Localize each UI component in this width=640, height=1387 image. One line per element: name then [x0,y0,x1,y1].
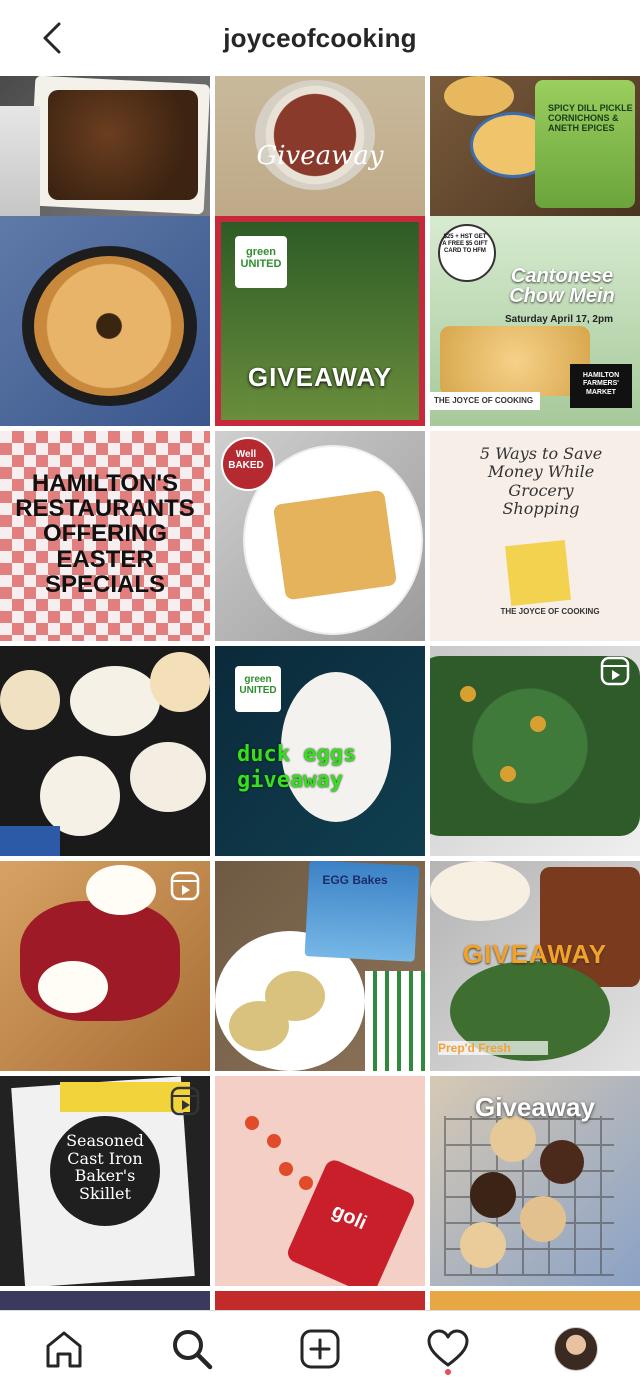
post-tile[interactable]: $25 + HST GET A FREE $5 GIFT CARD TO HFM… [430,216,640,426]
post-overlay-text: EGG Bakes [322,873,388,887]
post-brand-text: THE JOYCE OF COOKING [434,396,534,405]
post-overlay-text: GIVEAWAY [247,362,393,392]
nav-home[interactable] [32,1317,96,1381]
post-tile[interactable]: goli [215,1076,425,1286]
post-tile[interactable]: HAMILTON'S RESTAURANTS OFFERING EASTER S… [0,431,210,641]
bottom-nav [0,1310,640,1387]
post-tile[interactable]: Seasoned Cast Iron Baker's Skillet [0,1076,210,1286]
post-tile[interactable]: Giveaway [430,1076,640,1286]
post-tile[interactable] [0,1291,210,1310]
post-sub-text: Saturday April 17, 2pm [505,314,613,325]
back-button[interactable] [30,16,74,60]
new-post-icon [300,1329,340,1369]
post-overlay-text: HAMILTON'S RESTAURANTS OFFERING EASTER S… [15,470,195,598]
post-tile[interactable]: Well BAKED [215,431,425,641]
post-tile[interactable] [430,1291,640,1310]
home-icon [46,1331,82,1368]
post-overlay-text: Giveaway [256,141,384,171]
post-tile[interactable] [430,646,640,856]
post-sticker-text: $25 + HST GET A FREE $5 GIFT CARD TO HFM [442,234,488,255]
post-tile[interactable]: 5 Ways to Save Money While Grocery Shopp… [430,431,640,641]
post-tile[interactable] [0,646,210,856]
reel-icon [170,871,200,901]
chevron-left-icon [43,22,61,54]
post-badge: green UNITED [240,246,282,271]
post-badge: Well BAKED [228,449,264,471]
post-overlay-text: Cantonese Chow Mein [509,265,615,307]
post-tile[interactable]: EGG Bakes [215,861,425,1071]
top-bar: joyceofcooking [0,0,640,76]
post-tile[interactable]: green UNITED duck eggs giveaway [215,646,425,856]
reel-icon [600,656,630,686]
profile-username: joyceofcooking [223,22,417,53]
post-brand-text: THE JOYCE OF COOKING [500,607,600,616]
post-overlay-text: duck eggs giveaway [237,742,357,794]
post-tile[interactable]: GIVEAWAY Prep'd Fresh [430,861,640,1071]
post-badge: green UNITED [239,674,277,696]
notification-dot [445,1369,451,1375]
post-logo-text: HAMILTON FARMERS' MARKET [582,372,620,396]
post-tile[interactable] [0,216,210,426]
nav-search[interactable] [160,1317,224,1381]
post-tile[interactable]: green UNITED GIVEAWAY [215,216,425,426]
nav-activity[interactable] [416,1317,480,1381]
search-icon [173,1330,213,1370]
profile-avatar [554,1327,598,1371]
post-tile[interactable] [0,861,210,1071]
post-overlay-text: Giveaway [475,1092,595,1122]
post-overlay-text: SPICY DILL PICKLE CORNICHONS & ANETH EPI… [548,103,633,133]
activity-heart-icon [427,1329,469,1367]
post-tile[interactable] [215,1291,425,1310]
nav-new-post[interactable] [288,1317,352,1381]
nav-profile[interactable] [544,1317,608,1381]
post-brand-text: Prep'd Fresh [438,1041,548,1055]
post-overlay-text: GIVEAWAY [462,939,608,969]
reel-icon [170,1086,200,1116]
post-overlay-text: 5 Ways to Save Money While Grocery Shopp… [479,444,603,519]
post-overlay-text: Seasoned Cast Iron Baker's Skillet [66,1131,144,1203]
post-grid: Giveaway SPICY DILL PICKLE CORNICHONS & … [0,76,640,1310]
